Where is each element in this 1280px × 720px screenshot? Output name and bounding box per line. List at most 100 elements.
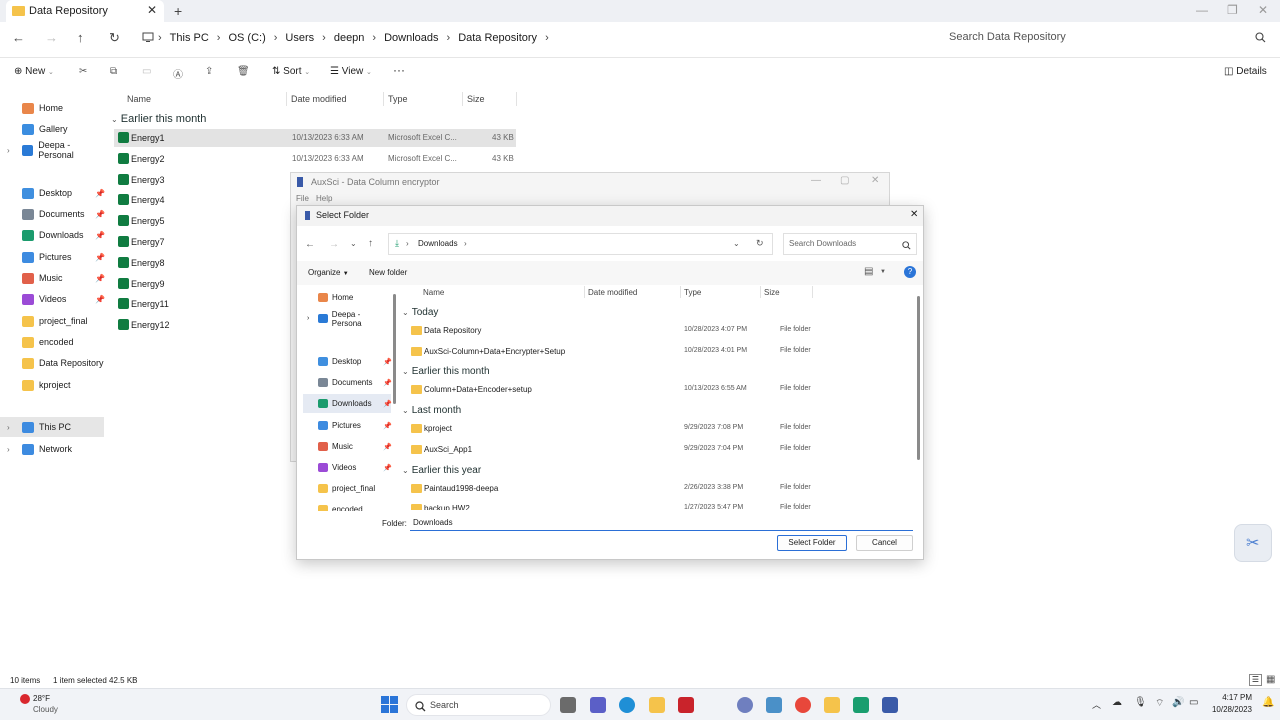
windows-start-icon[interactable] xyxy=(381,696,398,713)
sidebar-item-pictures[interactable]: Pictures 📌 xyxy=(0,247,105,267)
search-input[interactable]: Search Data Repository xyxy=(938,27,1272,47)
dialog-path[interactable]: Downloads xyxy=(418,239,458,248)
breadcrumb-data-repository[interactable]: Data Repository xyxy=(458,32,537,44)
dialog-nav-videos[interactable]: Videos 📌 xyxy=(303,458,392,477)
column-header-type[interactable]: Type xyxy=(388,94,408,104)
remote-desktop-icon[interactable] xyxy=(766,697,782,713)
breadcrumb-users[interactable]: Users xyxy=(285,32,314,44)
tab-data-repository[interactable]: Data Repository ✕ xyxy=(6,0,164,22)
file-explorer-icon[interactable] xyxy=(824,697,840,713)
new-button[interactable]: ⊕ New ⌄ xyxy=(14,66,54,77)
app-icon[interactable] xyxy=(853,697,869,713)
sidebar-item-home[interactable]: Home xyxy=(0,98,104,118)
caret-down-icon[interactable]: ▼ xyxy=(880,269,886,275)
tiles-view-icon[interactable]: ▦ xyxy=(1266,674,1275,685)
list-scrollbar[interactable] xyxy=(917,296,920,460)
dialog-nav-downloads[interactable]: Downloads 📌 xyxy=(303,394,392,413)
forward-arrow-icon[interactable]: → xyxy=(329,239,339,250)
sidebar-item-desktop[interactable]: Desktop 📌 xyxy=(0,183,105,203)
chrome-icon[interactable] xyxy=(795,697,811,713)
breadcrumb-this-pc[interactable]: This PC xyxy=(170,32,209,44)
sidebar-item-downloads[interactable]: Downloads 📌 xyxy=(0,225,105,245)
dialog-nav-music[interactable]: Music 📌 xyxy=(303,437,392,456)
sidebar-item-this-pc[interactable]: › This PC xyxy=(0,417,104,437)
delete-icon[interactable]: 🗑 xyxy=(237,66,250,77)
wifi-icon[interactable]: ⌔ xyxy=(1155,697,1164,710)
dialog-nav-pictures[interactable]: Pictures 📌 xyxy=(303,416,392,435)
more-options-button[interactable]: ··· xyxy=(393,63,405,77)
copy-icon[interactable]: ⧉ xyxy=(110,66,117,77)
column-divider[interactable] xyxy=(286,92,287,106)
new-folder-button[interactable]: New folder xyxy=(369,268,407,277)
organize-button[interactable]: Organize ▼ xyxy=(308,268,349,277)
sidebar-item-deepa-personal[interactable]: › Deepa - Personal xyxy=(0,140,104,160)
dialog-nav-documents[interactable]: Documents 📌 xyxy=(303,373,392,392)
dialog-nav-home[interactable]: Home xyxy=(303,288,391,307)
column-header-date[interactable]: Date modified xyxy=(291,94,347,104)
chevron-right-icon[interactable]: › xyxy=(7,423,10,432)
dialog-nav-deepa-persona[interactable]: › Deepa - Persona xyxy=(303,309,391,328)
minimize-button[interactable]: — xyxy=(1196,3,1208,17)
sidebar-item-gallery[interactable]: Gallery xyxy=(0,119,104,139)
close-tab-icon[interactable]: ✕ xyxy=(147,3,157,17)
dialog-folder-row[interactable]: Paintaud1998-deepa 2/26/2023 3:38 PM File … xyxy=(401,479,901,499)
close-window-button[interactable]: ✕ xyxy=(1258,3,1268,17)
dialog-nav-desktop[interactable]: Desktop 📌 xyxy=(303,352,392,371)
menu-file[interactable]: File xyxy=(296,194,309,203)
chevron-down-icon[interactable]: ⌄ xyxy=(733,239,740,248)
dialog-folder-row[interactable]: AuxSci-Column+Data+Encrypter+Setup 10/28/… xyxy=(401,342,901,362)
up-arrow-icon[interactable]: ↑ xyxy=(368,238,373,249)
volume-icon[interactable]: 🔊 xyxy=(1172,697,1184,708)
column-divider[interactable] xyxy=(760,286,761,298)
mcafee-icon[interactable] xyxy=(678,697,694,713)
dialog-column-date[interactable]: Date modified xyxy=(588,288,637,297)
back-arrow-icon[interactable]: ← xyxy=(305,239,315,250)
dialog-nav-encoded[interactable]: encoded xyxy=(303,500,391,511)
details-button[interactable]: ◫ Details xyxy=(1224,66,1267,77)
onedrive-icon[interactable]: ☁ xyxy=(1112,697,1122,708)
dialog-close-button[interactable]: ✕ xyxy=(910,209,918,220)
taskbar-search[interactable]: Search xyxy=(406,694,551,716)
cut-icon[interactable]: ✂ xyxy=(79,66,87,77)
chevron-down-icon[interactable]: ⌄ xyxy=(350,239,357,248)
sidebar-item-kproject[interactable]: kproject xyxy=(0,375,104,395)
folder-input[interactable]: Downloads xyxy=(410,515,913,531)
file-row[interactable]: Energy2 10/13/2023 6:33 AM Microsoft Excel… xyxy=(114,150,516,168)
details-view-icon[interactable]: ☰ xyxy=(1249,674,1262,686)
weather-desc[interactable]: Cloudy xyxy=(33,705,58,714)
minimize-button[interactable]: — xyxy=(811,175,821,186)
weather-temp[interactable]: 28°F xyxy=(33,694,50,703)
dialog-folder-row[interactable]: Data Repository 10/28/2023 4:07 PM File fo… xyxy=(401,321,901,341)
taskbar-date[interactable]: 10/28/2023 xyxy=(1206,705,1252,714)
snipping-tool-button[interactable]: ✂ xyxy=(1234,524,1272,562)
sidebar-item-videos[interactable]: Videos 📌 xyxy=(0,289,105,309)
dialog-column-size[interactable]: Size xyxy=(764,288,780,297)
forward-arrow-icon[interactable]: → xyxy=(45,30,58,45)
dialog-group-header[interactable]: ⌄ Earlier this year xyxy=(402,465,481,476)
breadcrumb-deepn[interactable]: deepn xyxy=(334,32,365,44)
teams-icon[interactable] xyxy=(590,697,606,713)
menu-help[interactable]: Help xyxy=(316,194,332,203)
up-arrow-icon[interactable]: ↑ xyxy=(77,30,84,45)
sidebar-item-network[interactable]: › Network xyxy=(0,439,104,459)
dialog-search-input[interactable]: Search Downloads xyxy=(783,233,917,255)
column-header-name[interactable]: Name xyxy=(127,94,151,104)
refresh-icon[interactable]: ↻ xyxy=(109,30,120,46)
chevron-right-icon[interactable]: › xyxy=(307,315,309,322)
edge-icon[interactable] xyxy=(619,697,635,713)
help-icon[interactable]: ? xyxy=(904,266,916,278)
battery-icon[interactable]: ▭ xyxy=(1189,697,1198,708)
dialog-column-type[interactable]: Type xyxy=(684,288,701,297)
sidebar-item-encoded[interactable]: encoded xyxy=(0,332,104,352)
group-header[interactable]: ⌄ Earlier this month xyxy=(111,113,206,125)
sidebar-item-data-repository[interactable]: Data Repository xyxy=(0,353,104,373)
sidebar-item-project-final[interactable]: project_final xyxy=(0,311,104,331)
dialog-folder-row[interactable]: Column+Data+Encoder+setup 10/13/2023 6:55… xyxy=(401,380,901,400)
dialog-group-header[interactable]: ⌄ Today xyxy=(402,307,438,318)
sort-button[interactable]: ⇅ Sort ⌄ xyxy=(272,66,310,77)
dialog-folder-row[interactable]: AuxSci_App1 9/29/2023 7:04 PM File folder xyxy=(401,440,901,460)
view-options-icon[interactable]: ▤ xyxy=(864,266,873,277)
dialog-group-header[interactable]: ⌄ Earlier this month xyxy=(402,366,490,377)
task-view-icon[interactable] xyxy=(560,697,576,713)
column-divider[interactable] xyxy=(812,286,813,298)
